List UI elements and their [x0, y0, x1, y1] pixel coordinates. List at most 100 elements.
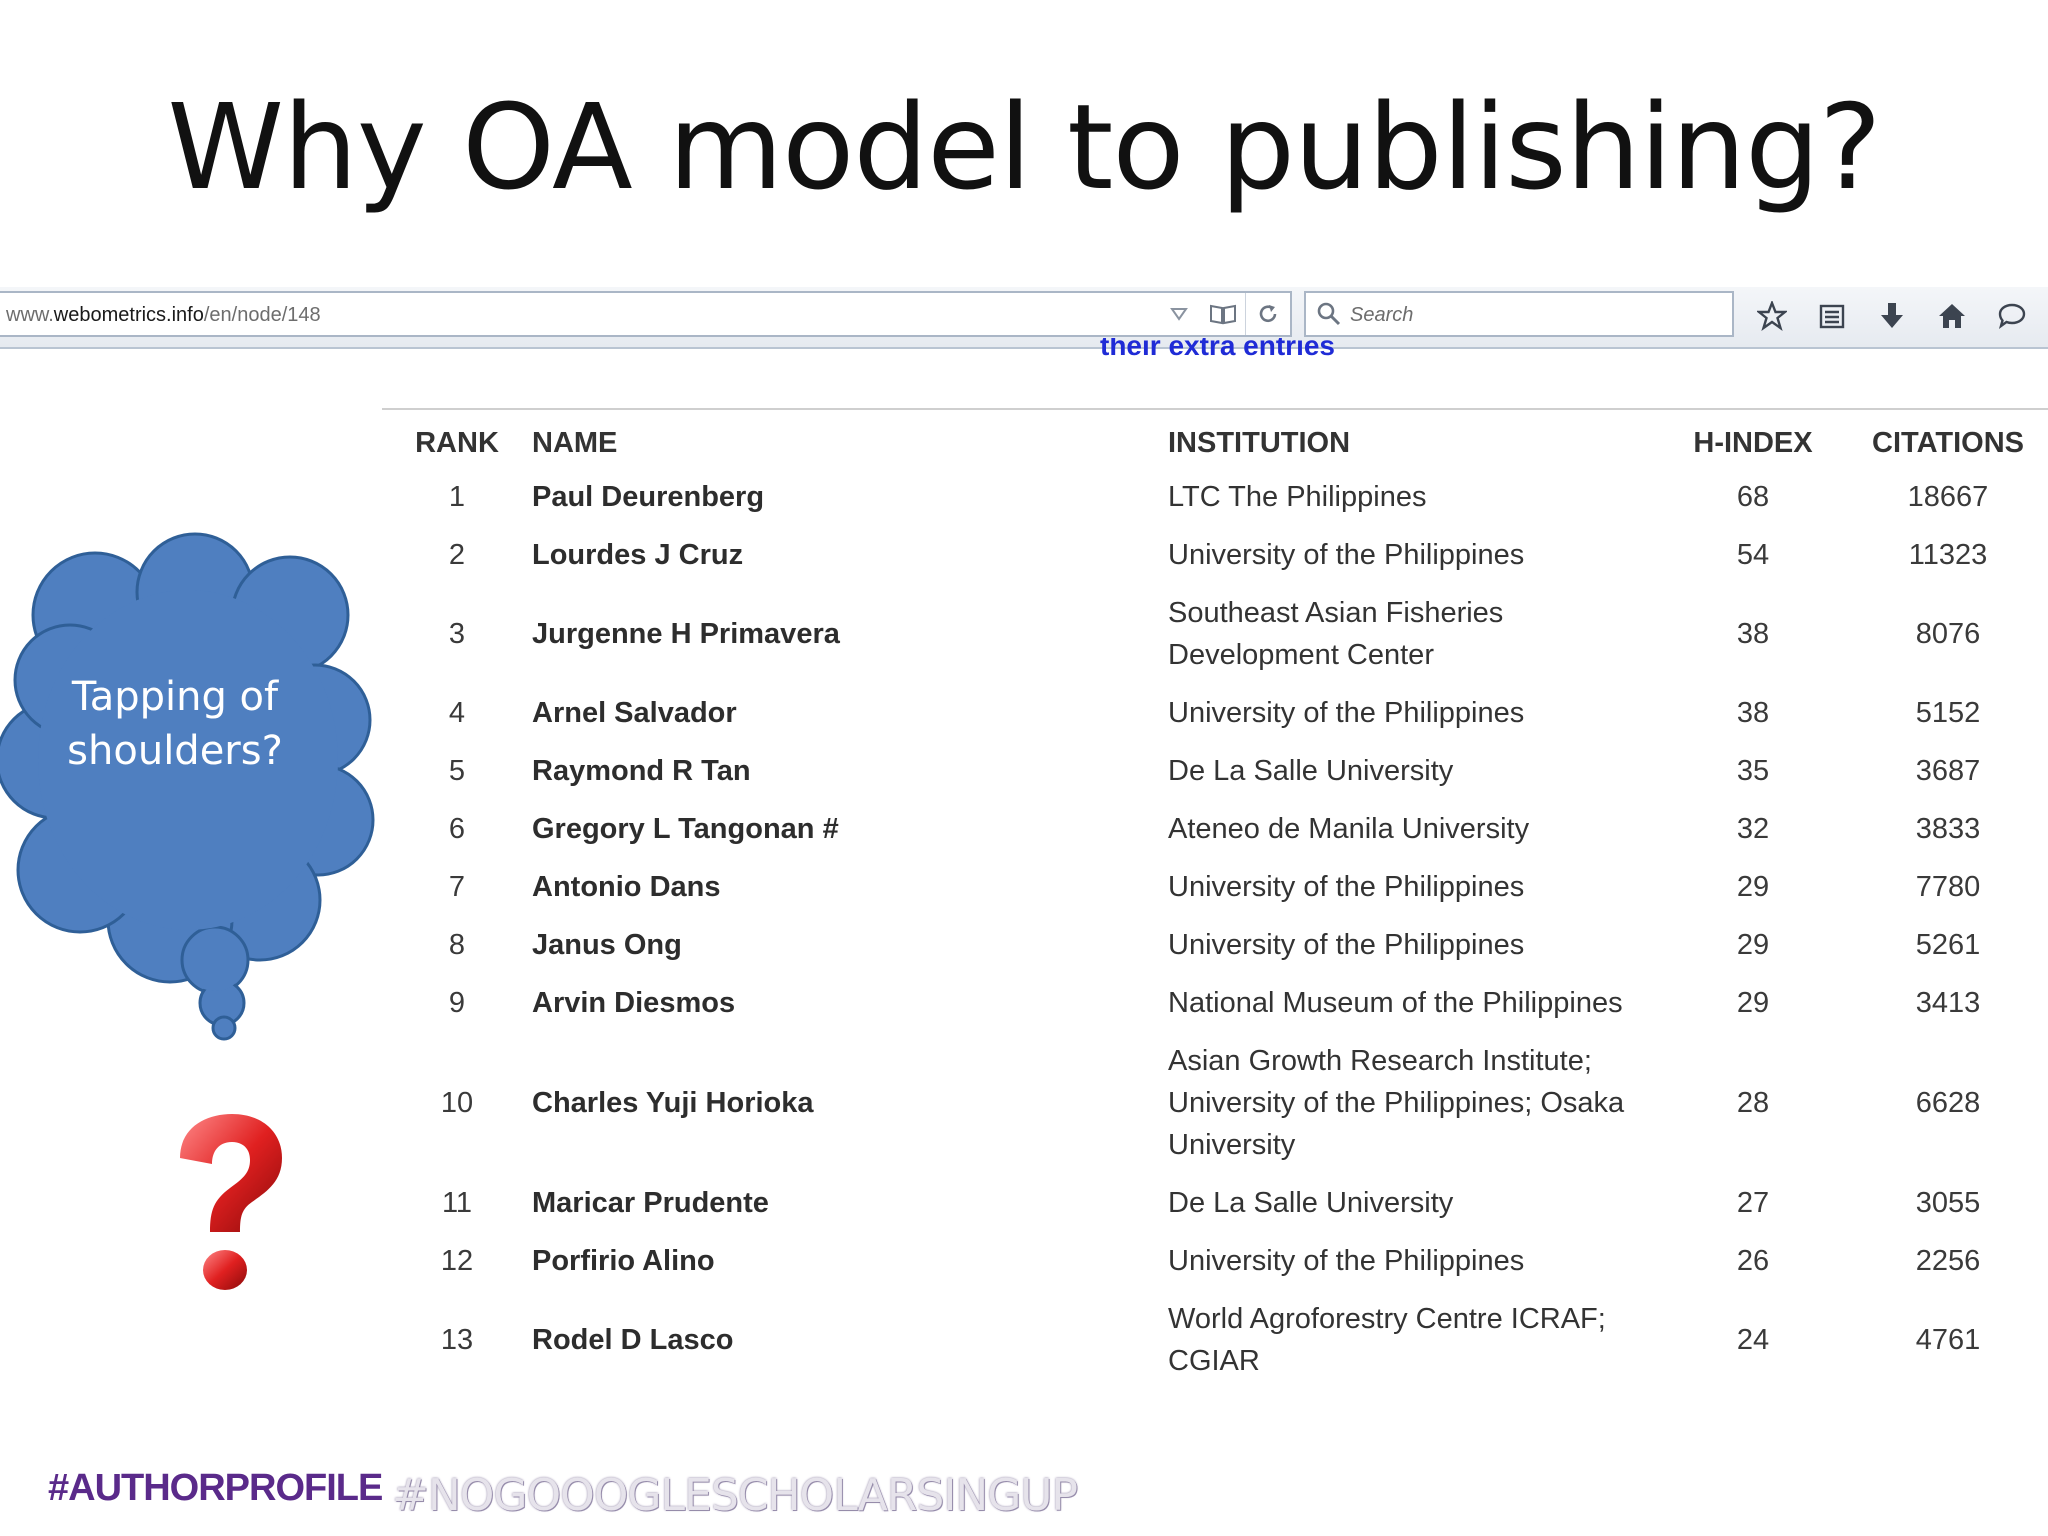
browser-toolbar: www.webometrics.info/en/node/148 Search: [0, 287, 2048, 349]
citations-cell: 3687: [1915, 755, 1981, 787]
header-h-index[interactable]: H-INDEX: [1658, 418, 1848, 468]
table-row: 10 Charles Yuji Horioka Asian Growth Resea…: [382, 1032, 2048, 1174]
institution-cell: De La Salle University: [1168, 1187, 1454, 1219]
search-input[interactable]: Search: [1350, 304, 1413, 327]
rank-cell: 9: [448, 987, 466, 1019]
table-row: 8 Janus Ong University of the Philippines 2…: [382, 916, 2048, 974]
citations-cell: 8076: [1915, 618, 1981, 650]
rank-cell: 12: [440, 1245, 474, 1277]
institution-cell: De La Salle University: [1168, 755, 1454, 787]
h-index-cell: 27: [1736, 1187, 1770, 1219]
institution-cell: Southeast Asian Fisheries Development Ce…: [1168, 597, 1504, 671]
citations-cell: 18667: [1907, 481, 1989, 513]
name-link[interactable]: Antonio Dans: [532, 858, 1168, 916]
question-mark-icon: [180, 1114, 282, 1290]
rank-cell: 6: [448, 813, 466, 845]
h-index-cell: 29: [1736, 929, 1770, 961]
name-link[interactable]: Paul Deurenberg: [532, 468, 1168, 526]
institution-cell: LTC The Philippines: [1168, 481, 1427, 513]
rank-cell: 13: [440, 1324, 474, 1356]
table-row: 3 Jurgenne H Primavera Southeast Asian Fis…: [382, 584, 2048, 684]
citations-cell: 3413: [1915, 987, 1981, 1019]
ranking-table: RANK NAME INSTITUTION H-INDEX CITATIONS …: [382, 418, 2048, 1390]
h-index-cell: 38: [1736, 697, 1770, 729]
h-index-cell: 68: [1736, 481, 1770, 513]
table-row: 4 Arnel Salvador University of the Philipp…: [382, 684, 2048, 742]
citations-cell: 6628: [1915, 1087, 1981, 1119]
institution-cell: University of the Philippines: [1168, 871, 1525, 903]
download-icon[interactable]: [1862, 293, 1922, 339]
table-row: 9 Arvin Diesmos National Museum of the Phi…: [382, 974, 2048, 1032]
h-index-cell: 38: [1736, 618, 1770, 650]
institution-cell: University of the Philippines: [1168, 1245, 1525, 1277]
thought-cloud: [0, 532, 375, 1041]
h-index-cell: 32: [1736, 813, 1770, 845]
header-citations[interactable]: CITATIONS: [1848, 418, 2048, 468]
dropdown-arrow-icon[interactable]: [1157, 293, 1201, 335]
table-row: 7 Antonio Dans University of the Philippin…: [382, 858, 2048, 916]
citations-cell: 11323: [1908, 539, 1988, 571]
chat-bubble-icon[interactable]: [1982, 293, 2042, 339]
h-index-cell: 26: [1736, 1245, 1770, 1277]
header-name[interactable]: NAME: [532, 418, 1168, 468]
name-link[interactable]: Janus Ong: [532, 916, 1168, 974]
rank-cell: 8: [448, 929, 466, 961]
reader-view-icon[interactable]: [1201, 293, 1245, 335]
search-icon: [1316, 301, 1342, 332]
institution-cell: National Museum of the Philippines: [1168, 987, 1623, 1019]
url-text[interactable]: www.webometrics.info/en/node/148: [6, 304, 321, 327]
hashtag-authorprofile: #AUTHORPROFILE: [48, 1467, 383, 1509]
name-link[interactable]: Arnel Salvador: [532, 684, 1168, 742]
url-bar[interactable]: www.webometrics.info/en/node/148: [0, 291, 1292, 337]
header-institution[interactable]: INSTITUTION: [1168, 418, 1658, 468]
h-index-cell: 28: [1736, 1087, 1770, 1119]
rank-cell: 1: [448, 481, 466, 513]
thought-bubble-text: Tapping of shoulders?: [67, 674, 283, 774]
institution-cell: University of the Philippines: [1168, 929, 1525, 961]
name-link[interactable]: Jurgenne H Primavera: [532, 584, 1168, 684]
name-link[interactable]: Porfirio Alino: [532, 1232, 1168, 1290]
citations-cell: 3055: [1915, 1187, 1981, 1219]
rank-cell: 5: [448, 755, 466, 787]
institution-cell: Asian Growth Research Institute; Univers…: [1168, 1045, 1625, 1161]
institution-cell: Ateneo de Manila University: [1168, 813, 1530, 845]
institution-cell: University of the Philippines: [1168, 539, 1525, 571]
table-row: 13 Rodel D Lasco World Agroforestry Centre…: [382, 1290, 2048, 1390]
rank-cell: 3: [448, 618, 466, 650]
h-index-cell: 35: [1736, 755, 1770, 787]
table-row: 11 Maricar Prudente De La Salle University…: [382, 1174, 2048, 1232]
institution-cell: World Agroforestry Centre ICRAF; CGIAR: [1168, 1303, 1606, 1377]
table-row: 5 Raymond R Tan De La Salle University 35 36…: [382, 742, 2048, 800]
name-link[interactable]: Maricar Prudente: [532, 1174, 1168, 1232]
h-index-cell: 54: [1736, 539, 1770, 571]
hashtag-nogoooglescholarsingup: #NOGOOOGLESCHOLARSINGUP: [392, 1470, 1078, 1521]
name-link[interactable]: Lourdes J Cruz: [532, 526, 1168, 584]
reload-icon[interactable]: [1245, 293, 1290, 335]
table-row: 1 Paul Deurenberg LTC The Philippines 68 186…: [382, 468, 2048, 526]
home-icon[interactable]: [1922, 293, 1982, 339]
citations-cell: 2256: [1915, 1245, 1981, 1277]
name-link[interactable]: Raymond R Tan: [532, 742, 1168, 800]
rank-cell: 11: [441, 1187, 473, 1219]
rank-cell: 10: [440, 1087, 474, 1119]
citations-cell: 7780: [1915, 871, 1981, 903]
table-top-rule: [382, 408, 2048, 410]
table-header-row: RANK NAME INSTITUTION H-INDEX CITATIONS: [382, 418, 2048, 468]
name-link[interactable]: Gregory L Tangonan #: [532, 800, 1168, 858]
citations-cell: 5152: [1915, 697, 1981, 729]
institution-cell: University of the Philippines: [1168, 697, 1525, 729]
search-bar[interactable]: Search: [1304, 291, 1734, 337]
name-link[interactable]: Rodel D Lasco: [532, 1290, 1168, 1390]
name-link[interactable]: Charles Yuji Horioka: [532, 1032, 1168, 1174]
table-row: 2 Lourdes J Cruz University of the Philipp…: [382, 526, 2048, 584]
table-row: 6 Gregory L Tangonan # Ateneo de Manila Un…: [382, 800, 2048, 858]
h-index-cell: 24: [1736, 1324, 1770, 1356]
bookmarks-list-icon[interactable]: [1802, 293, 1862, 339]
rank-cell: 7: [448, 871, 466, 903]
bookmark-star-icon[interactable]: [1742, 293, 1802, 339]
header-rank[interactable]: RANK: [382, 418, 532, 468]
citations-cell: 4761: [1915, 1324, 1981, 1356]
table-row: 12 Porfirio Alino University of the Philip…: [382, 1232, 2048, 1290]
name-link[interactable]: Arvin Diesmos: [532, 974, 1168, 1032]
rank-cell: 4: [448, 697, 466, 729]
